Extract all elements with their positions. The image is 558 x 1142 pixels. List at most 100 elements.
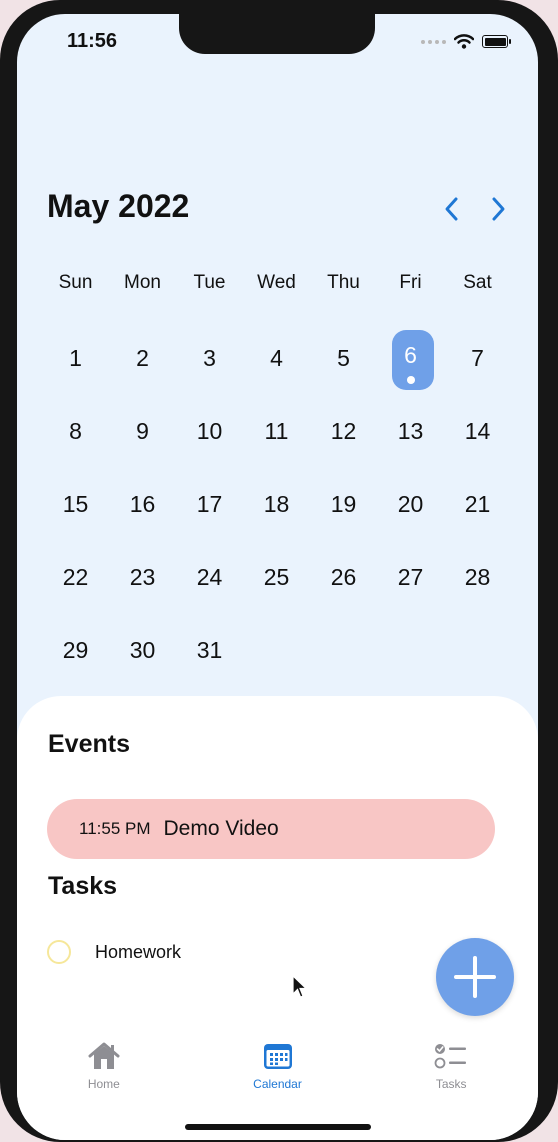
day-number: 20 [397, 490, 424, 517]
day-number: 9 [136, 417, 149, 444]
weekday-header: Sun Mon Tue Wed Thu Fri Sat [42, 272, 511, 294]
day-number: 27 [397, 563, 424, 590]
calendar-day[interactable]: 31 [176, 620, 243, 680]
calendar-day[interactable]: 27 [377, 547, 444, 607]
calendar-day[interactable]: 4 [243, 328, 310, 388]
calendar-empty-cell [444, 620, 511, 680]
calendar-day[interactable]: 3 [176, 328, 243, 388]
calendar-day[interactable]: 29 [42, 620, 109, 680]
day-number: 14 [464, 417, 491, 444]
day-number: 2 [136, 344, 149, 371]
weekday-label: Tue [193, 272, 226, 293]
calendar-day[interactable]: 5 [310, 328, 377, 388]
task-item[interactable]: Homework [47, 940, 181, 964]
event-name: Demo Video [163, 817, 279, 840]
previous-month-button[interactable] [437, 194, 467, 224]
calendar-day[interactable]: 12 [310, 401, 377, 461]
calendar-day[interactable]: 14 [444, 401, 511, 461]
calendar-empty-cell [243, 620, 310, 680]
next-month-button[interactable] [483, 194, 513, 224]
tab-label: Calendar [253, 1077, 302, 1091]
day-number: 30 [129, 636, 156, 663]
calendar-day[interactable]: 25 [243, 547, 310, 607]
day-number: 17 [196, 490, 223, 517]
day-number: 11 [264, 417, 289, 444]
tab-bar: Home Calendar Tasks [17, 1039, 538, 1109]
calendar-day[interactable]: 1 [42, 328, 109, 388]
day-number: 12 [330, 417, 357, 444]
day-number: 28 [464, 563, 491, 590]
calendar-day[interactable]: 23 [109, 547, 176, 607]
day-number: 25 [263, 563, 290, 590]
day-number: 15 [62, 490, 89, 517]
calendar-day[interactable]: 26 [310, 547, 377, 607]
calendar-day[interactable]: 18 [243, 474, 310, 534]
calendar-day[interactable]: 15 [42, 474, 109, 534]
wifi-icon [454, 34, 474, 49]
day-number: 19 [330, 490, 357, 517]
add-button[interactable] [436, 938, 514, 1016]
calendar-day[interactable]: 13 [377, 401, 444, 461]
day-number: 21 [464, 490, 491, 517]
calendar-day[interactable]: 22 [42, 547, 109, 607]
events-title: Events [48, 730, 130, 758]
calendar-week-row: 1 2 3 4 5 6 7 [42, 328, 511, 401]
calendar-day[interactable]: 19 [310, 474, 377, 534]
calendar-week-row: 22 23 24 25 26 27 28 [42, 547, 511, 620]
calendar-week-row: 15 16 17 18 19 20 21 [42, 474, 511, 547]
calendar-day[interactable]: 24 [176, 547, 243, 607]
status-icons [421, 34, 511, 49]
calendar-day[interactable]: 20 [377, 474, 444, 534]
day-number: 31 [196, 636, 223, 663]
status-time: 11:56 [67, 30, 118, 52]
home-indicator [185, 1124, 371, 1130]
checklist-icon [434, 1044, 467, 1069]
calendar-day[interactable]: 11 [243, 401, 310, 461]
calendar-week-row: 29 30 31 [42, 620, 511, 693]
weekday-label: Mon [124, 272, 161, 293]
weekday-label: Sat [463, 272, 492, 293]
calendar-day[interactable]: 21 [444, 474, 511, 534]
tab-label: Tasks [435, 1077, 467, 1091]
month-title: May 2022 [47, 188, 190, 224]
day-number: 5 [337, 344, 350, 371]
tab-label: Home [87, 1077, 120, 1091]
battery-icon [482, 35, 511, 48]
tab-calendar[interactable]: Calendar [191, 1039, 365, 1109]
tab-home[interactable]: Home [17, 1039, 191, 1109]
calendar-day[interactable]: 10 [176, 401, 243, 461]
task-checkbox[interactable] [47, 940, 71, 964]
calendar-day[interactable]: 17 [176, 474, 243, 534]
chevron-right-icon [492, 197, 505, 221]
mouse-cursor-icon [292, 975, 308, 998]
tab-tasks[interactable]: Tasks [364, 1039, 538, 1109]
weekday-label: Fri [399, 272, 422, 293]
day-number: 13 [397, 417, 424, 444]
app-screen: 11:56 May 2022 Sun Mon Tue Wed Thu Fri S… [17, 14, 538, 1140]
calendar-day[interactable]: 16 [109, 474, 176, 534]
day-number: 18 [263, 490, 290, 517]
day-number: 3 [203, 344, 216, 371]
day-number: 29 [62, 636, 89, 663]
calendar-day[interactable]: 2 [109, 328, 176, 388]
notch [179, 14, 375, 54]
weekday-label: Sun [58, 272, 93, 293]
house-icon [88, 1042, 120, 1069]
calendar-grid: 1 2 3 4 5 6 7 8 9 10 11 12 13 14 15 16 17 18 19 20 21 22 23 24 2… [42, 328, 511, 693]
calendar-empty-cell [377, 620, 444, 680]
calendar-day[interactable]: 8 [42, 401, 109, 461]
event-item[interactable]: 11:55 PM Demo Video [47, 799, 495, 859]
calendar-day[interactable]: 28 [444, 547, 511, 607]
calendar-day-selected[interactable]: 6 [377, 328, 444, 390]
calendar-day[interactable]: 30 [109, 620, 176, 680]
calendar-day[interactable]: 9 [109, 401, 176, 461]
day-number: 24 [196, 563, 223, 590]
signal-icon [421, 39, 446, 44]
day-number: 23 [129, 563, 156, 590]
day-number: 22 [62, 563, 89, 590]
calendar-day[interactable]: 7 [444, 328, 511, 388]
day-number: 1 [69, 344, 82, 371]
day-number: 10 [196, 417, 223, 444]
event-time: 11:55 PM [79, 819, 151, 838]
weekday-label: Thu [327, 272, 360, 293]
